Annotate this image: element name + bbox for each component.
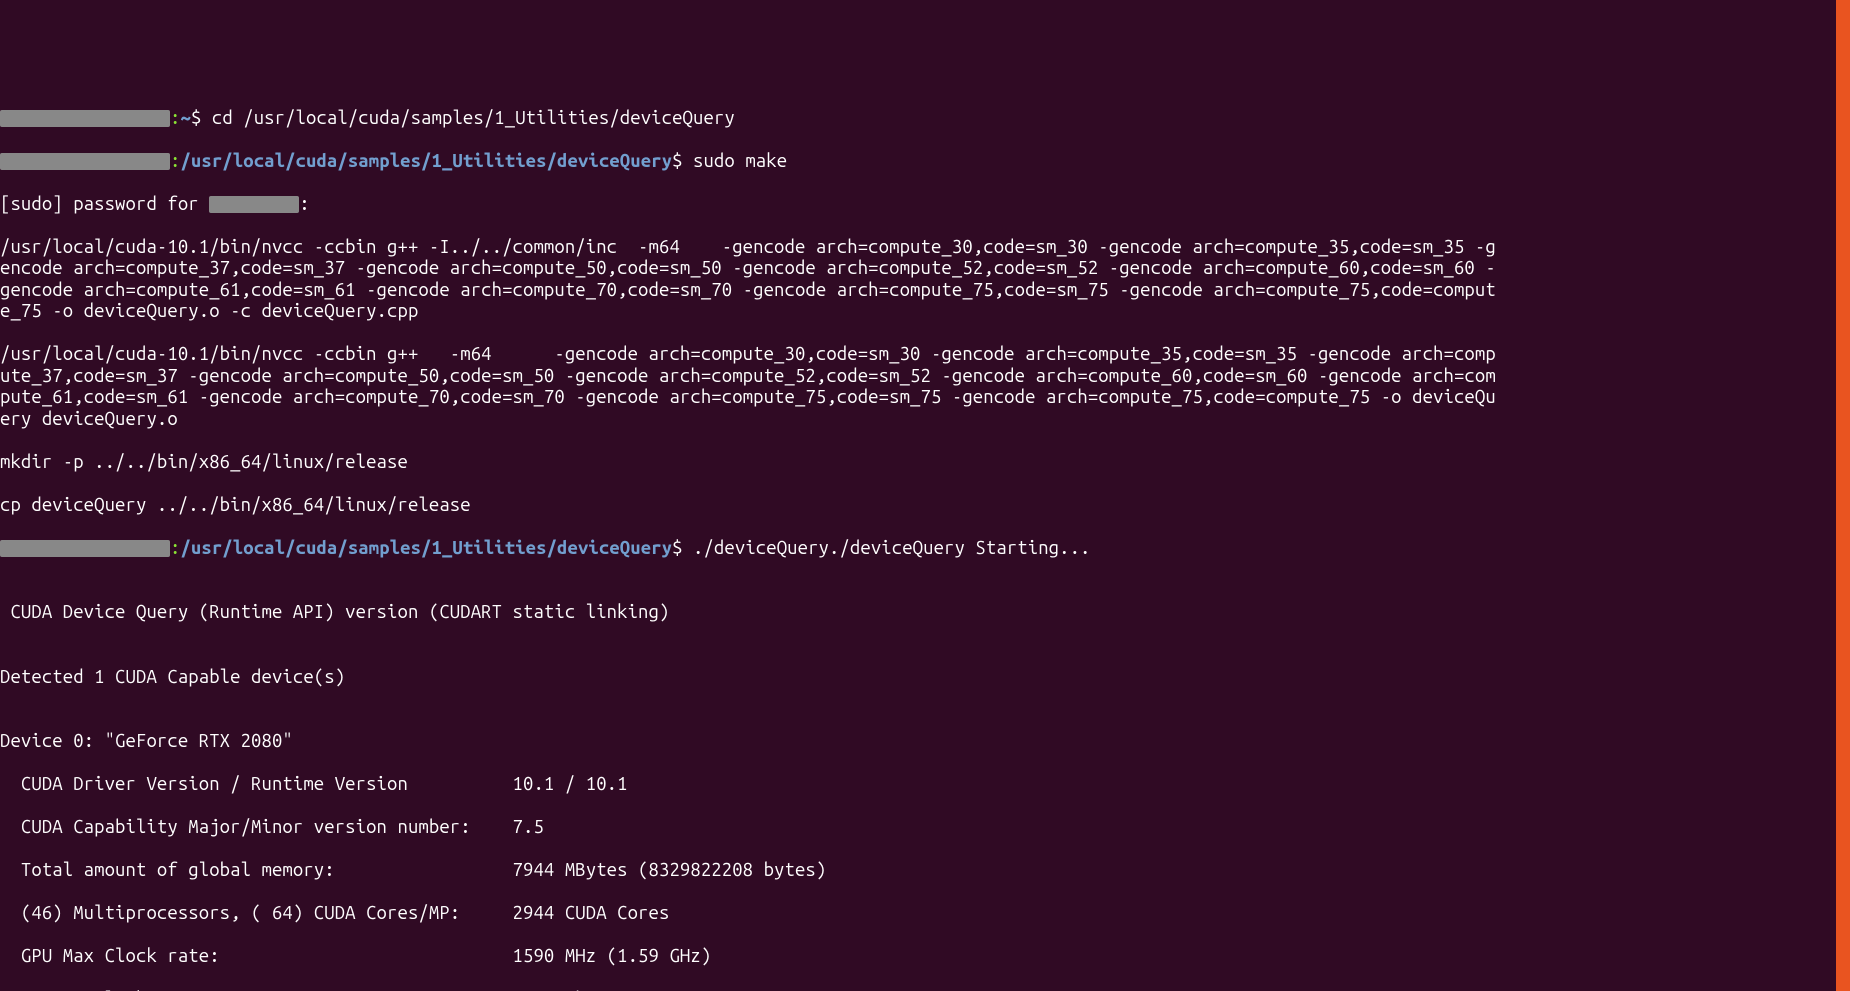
prompt-path: /usr/local/cuda/samples/1_Utilities/devi…	[180, 538, 672, 558]
prompt-dollar: $	[672, 538, 693, 558]
redacted-username	[209, 196, 299, 213]
terminal-output[interactable]: :~$ cd /usr/local/cuda/samples/1_Utiliti…	[0, 86, 1850, 991]
prompt-dir: ~	[180, 108, 190, 128]
sudo-text-b: :	[299, 194, 309, 214]
cuda-header-line: CUDA Device Query (Runtime API) version …	[0, 602, 1850, 624]
redacted-hostname	[0, 153, 170, 170]
prompt-path: /usr/local/cuda/samples/1_Utilities/devi…	[180, 151, 672, 171]
detected-line: Detected 1 CUDA Capable device(s)	[0, 667, 1850, 689]
scrollbar[interactable]	[1836, 0, 1850, 991]
prompt-sep: :	[170, 108, 180, 128]
prop-line: (46) Multiprocessors, ( 64) CUDA Cores/M…	[0, 903, 1850, 925]
command-devicequery: ./deviceQuery./deviceQuery Starting...	[693, 538, 1090, 558]
prop-line: GPU Max Clock rate: 1590 MHz (1.59 GHz)	[0, 946, 1850, 968]
prompt-line-3: :/usr/local/cuda/samples/1_Utilities/dev…	[0, 538, 1850, 560]
command-sudo-make: sudo make	[693, 151, 787, 171]
cp-line: cp deviceQuery ../../bin/x86_64/linux/re…	[0, 495, 1850, 517]
prompt-line-1: :~$ cd /usr/local/cuda/samples/1_Utiliti…	[0, 108, 1850, 130]
prop-line: CUDA Capability Major/Minor version numb…	[0, 817, 1850, 839]
prop-line: Total amount of global memory: 7944 MByt…	[0, 860, 1850, 882]
prop-line: CUDA Driver Version / Runtime Version 10…	[0, 774, 1850, 796]
prompt-sep: :	[170, 538, 180, 558]
redacted-hostname	[0, 110, 170, 127]
device-name-line: Device 0: "GeForce RTX 2080"	[0, 731, 1850, 753]
prompt-sep: :	[170, 151, 180, 171]
prompt-dollar: $	[191, 108, 212, 128]
prompt-dollar: $	[672, 151, 693, 171]
sudo-text-a: [sudo] password for	[0, 194, 209, 214]
nvcc-link-line-2: /usr/local/cuda-10.1/bin/nvcc -ccbin g++…	[0, 344, 1500, 430]
redacted-hostname	[0, 540, 170, 557]
nvcc-compile-line-1: /usr/local/cuda-10.1/bin/nvcc -ccbin g++…	[0, 237, 1500, 323]
prompt-line-2: :/usr/local/cuda/samples/1_Utilities/dev…	[0, 151, 1850, 173]
sudo-password-line: [sudo] password for :	[0, 194, 1850, 216]
command-cd: cd /usr/local/cuda/samples/1_Utilities/d…	[212, 108, 735, 128]
mkdir-line: mkdir -p ../../bin/x86_64/linux/release	[0, 452, 1850, 474]
